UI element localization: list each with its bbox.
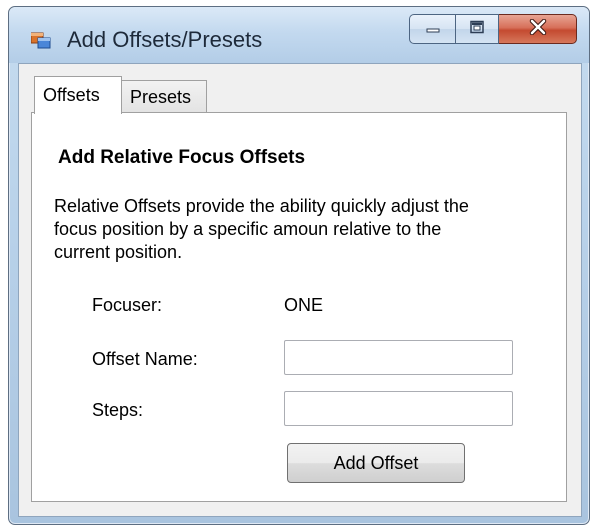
offsets-tab-page: Add Relative Focus Offsets Relative Offs… xyxy=(31,112,567,502)
description-text: Relative Offsets provide the ability qui… xyxy=(54,195,554,264)
app-window-icon[interactable] xyxy=(30,31,51,49)
steps-label: Steps: xyxy=(92,400,144,420)
description-line: focus position by a specific amoun relat… xyxy=(54,219,442,239)
offset-name-label: Offset Name: xyxy=(92,349,198,369)
dialog-client-area: Offsets Presets Add Relative Focus Offse… xyxy=(18,63,582,517)
dialog-window: Add Offsets/Presets Offsets Presets Add … xyxy=(8,6,590,525)
minimize-button[interactable] xyxy=(409,14,455,44)
description-line: Relative Offsets provide the ability qui… xyxy=(54,196,469,216)
tab-presets[interactable]: Presets xyxy=(121,80,207,112)
minimize-icon xyxy=(425,20,441,39)
maximize-icon xyxy=(469,20,485,39)
offset-name-input[interactable] xyxy=(284,340,513,375)
window-title: Add Offsets/Presets xyxy=(67,27,263,52)
close-icon xyxy=(528,18,548,40)
add-offset-button[interactable]: Add Offset xyxy=(287,443,465,483)
title-bar[interactable]: Add Offsets/Presets xyxy=(9,7,589,63)
section-heading: Add Relative Focus Offsets xyxy=(58,147,306,168)
close-button[interactable] xyxy=(499,14,577,44)
tab-offsets[interactable]: Offsets xyxy=(34,76,122,114)
steps-input[interactable] xyxy=(284,391,513,426)
description-line: current position. xyxy=(54,242,183,262)
focuser-label: Focuser: xyxy=(92,295,163,315)
caption-buttons xyxy=(409,14,577,46)
maximize-button[interactable] xyxy=(455,14,499,44)
focuser-value: ONE xyxy=(284,295,324,315)
